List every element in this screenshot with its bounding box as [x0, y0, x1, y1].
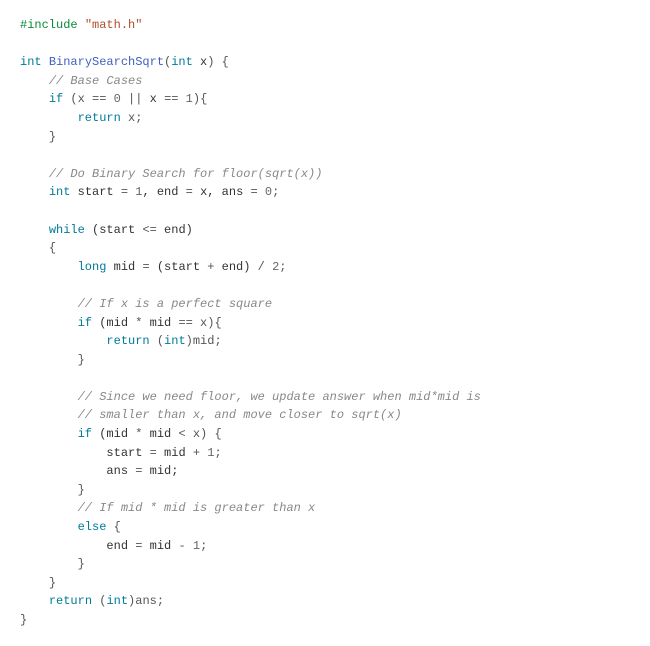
include-path: "math.h" [85, 18, 143, 32]
op: + [193, 446, 200, 460]
expr: mid [142, 316, 178, 330]
expr: ans [106, 464, 135, 478]
brace: } [78, 483, 85, 497]
function-name: BinarySearchSqrt [49, 55, 164, 69]
expr: (mid [92, 316, 135, 330]
keyword-return: return [78, 111, 121, 125]
op: == [92, 92, 106, 106]
expr: mid; [142, 464, 178, 478]
keyword-int: int [106, 594, 128, 608]
paren-close: ) { [207, 55, 229, 69]
keyword-if: if [78, 427, 92, 441]
comment: // If x is a perfect square [78, 297, 272, 311]
comment: // If mid * mid is greater than x [78, 501, 316, 515]
expr: mid [142, 539, 178, 553]
expr: )mid; [186, 334, 222, 348]
expr: (mid [92, 427, 135, 441]
op: == [178, 316, 192, 330]
expr: mid [142, 427, 178, 441]
brace: } [20, 613, 27, 627]
brace: { [49, 241, 56, 255]
comment: // smaller than x, and move closer to sq… [78, 408, 402, 422]
expr: mid [106, 260, 142, 274]
sp [178, 92, 185, 106]
op: = [135, 539, 142, 553]
expr: start [70, 185, 120, 199]
number: 0 [265, 185, 272, 199]
expr: x){ [193, 316, 222, 330]
expr: x [142, 92, 164, 106]
expr: end [106, 539, 135, 553]
expr: )ans; [128, 594, 164, 608]
comment: // Do Binary Search for floor(sqrt(x)) [49, 167, 323, 181]
expr: mid [157, 446, 193, 460]
keyword-return: return [106, 334, 149, 348]
brace: } [49, 130, 56, 144]
op: = [150, 446, 157, 460]
preprocessor: #include [20, 18, 78, 32]
keyword-int: int [164, 334, 186, 348]
sp [186, 539, 193, 553]
semicolon: ; [214, 446, 221, 460]
expr: start [106, 446, 149, 460]
keyword-else: else [78, 520, 107, 534]
op: = [186, 185, 193, 199]
keyword-int: int [20, 55, 42, 69]
op: == [164, 92, 178, 106]
sp [258, 185, 265, 199]
expr: (start [150, 260, 208, 274]
keyword-while: while [49, 223, 85, 237]
expr: x; [121, 111, 143, 125]
sp [106, 92, 113, 106]
brace: } [49, 576, 56, 590]
number: 0 [114, 92, 121, 106]
semicolon: ; [200, 539, 207, 553]
keyword-long: long [78, 260, 107, 274]
expr: end) [214, 260, 257, 274]
op: / [258, 260, 265, 274]
op: = [142, 260, 149, 274]
keyword-int: int [49, 185, 71, 199]
semicolon: ; [279, 260, 286, 274]
op: = [121, 185, 128, 199]
op: <= [142, 223, 156, 237]
semicolon: ; [272, 185, 279, 199]
op: || [128, 92, 142, 106]
keyword-int: int [171, 55, 193, 69]
expr: (x [63, 92, 92, 106]
keyword-if: if [78, 316, 92, 330]
expr: ( [150, 334, 164, 348]
brace: { [106, 520, 120, 534]
number: 1 [186, 92, 193, 106]
expr: , end [142, 185, 185, 199]
sp [121, 92, 128, 106]
param: x [193, 55, 207, 69]
op: - [178, 539, 185, 553]
expr: x, ans [193, 185, 251, 199]
brace: ){ [193, 92, 207, 106]
op: < [178, 427, 185, 441]
expr: x) { [186, 427, 222, 441]
brace: } [78, 353, 85, 367]
expr: end) [157, 223, 193, 237]
number: 1 [193, 539, 200, 553]
expr: (start [85, 223, 143, 237]
op: = [250, 185, 257, 199]
comment: // Base Cases [49, 74, 143, 88]
comment: // Since we need floor, we update answer… [78, 390, 481, 404]
expr: ( [92, 594, 106, 608]
brace: } [78, 557, 85, 571]
sp [265, 260, 272, 274]
keyword-return: return [49, 594, 92, 608]
keyword-if: if [49, 92, 63, 106]
